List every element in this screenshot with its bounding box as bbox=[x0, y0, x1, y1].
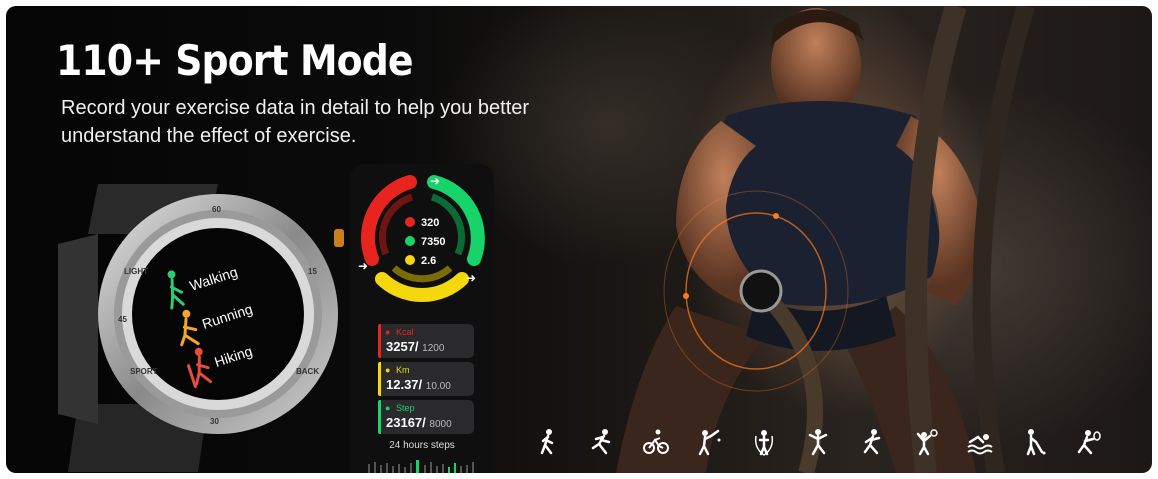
flame-icon: ● bbox=[385, 327, 391, 337]
bezel-label: 30 bbox=[210, 417, 219, 426]
walking-icon bbox=[534, 428, 562, 456]
bezel-label: BACK bbox=[296, 367, 319, 376]
card-label: Step bbox=[396, 403, 415, 413]
swimming-icon bbox=[966, 428, 994, 456]
sport-mode-banner: 110+ Sport Mode Record your exercise dat… bbox=[6, 6, 1152, 473]
bezel-label: 15 bbox=[308, 267, 317, 276]
dancing-icon bbox=[804, 428, 832, 456]
activity-panel: ➜ ➜ ➜ 320 7350 2.6 ● Kcal 3257/ 1200 ● K… bbox=[350, 164, 494, 473]
tennis-icon bbox=[1074, 428, 1102, 456]
card-goal: 10.00 bbox=[425, 381, 451, 392]
svg-text:➜: ➜ bbox=[466, 271, 476, 285]
smartwatch: 60 LIGHT 45 SPORT 30 BACK 15 Walking Run… bbox=[58, 184, 344, 472]
card-goal: 1200 bbox=[422, 343, 445, 354]
cycling-icon bbox=[642, 428, 670, 456]
running-icon bbox=[588, 428, 616, 456]
hourly-steps-bars bbox=[368, 460, 474, 473]
card-goal: 8000 bbox=[429, 419, 452, 430]
volleyball-icon bbox=[912, 428, 940, 456]
activity-rings: ➜ ➜ ➜ 320 7350 2.6 bbox=[358, 174, 485, 302]
card-value: 3257/ bbox=[386, 339, 419, 354]
footprint-icon bbox=[405, 236, 415, 246]
badminton-icon bbox=[696, 428, 724, 456]
climbing-icon bbox=[858, 428, 886, 456]
kcal-card: ● Kcal 3257/ 1200 bbox=[378, 324, 474, 358]
bezel-label: LIGHT bbox=[124, 267, 148, 276]
bezel-label: 60 bbox=[212, 205, 221, 214]
footprint-icon: ● bbox=[385, 403, 391, 413]
svg-text:➜: ➜ bbox=[358, 259, 368, 273]
ring-kcal-value: 320 bbox=[421, 217, 439, 229]
location-icon: ● bbox=[385, 365, 391, 375]
golf-icon bbox=[1020, 428, 1048, 456]
steps-caption: 24 hours steps bbox=[389, 440, 455, 451]
card-label: Kcal bbox=[396, 327, 414, 337]
card-value: 12.37/ bbox=[386, 377, 423, 392]
athlete-illustration bbox=[616, 6, 1035, 473]
step-card: ● Step 23167/ 8000 bbox=[378, 400, 474, 434]
flame-icon bbox=[405, 217, 415, 227]
bezel-label: SPORT bbox=[130, 367, 158, 376]
headline: 110+ Sport Mode bbox=[56, 36, 414, 85]
bezel-label: 45 bbox=[118, 315, 127, 324]
jump-rope-icon bbox=[750, 428, 778, 456]
subtitle: Record your exercise data in detail to h… bbox=[61, 97, 530, 147]
card-label: Km bbox=[396, 365, 410, 375]
card-value: 23167/ bbox=[386, 415, 426, 430]
svg-text:➜: ➜ bbox=[430, 174, 440, 188]
sport-icons-row bbox=[534, 428, 1102, 456]
ring-steps-value: 7350 bbox=[421, 236, 445, 248]
km-card: ● Km 12.37/ 10.00 bbox=[378, 362, 474, 396]
ring-km-value: 2.6 bbox=[421, 255, 436, 267]
location-icon bbox=[405, 255, 415, 265]
